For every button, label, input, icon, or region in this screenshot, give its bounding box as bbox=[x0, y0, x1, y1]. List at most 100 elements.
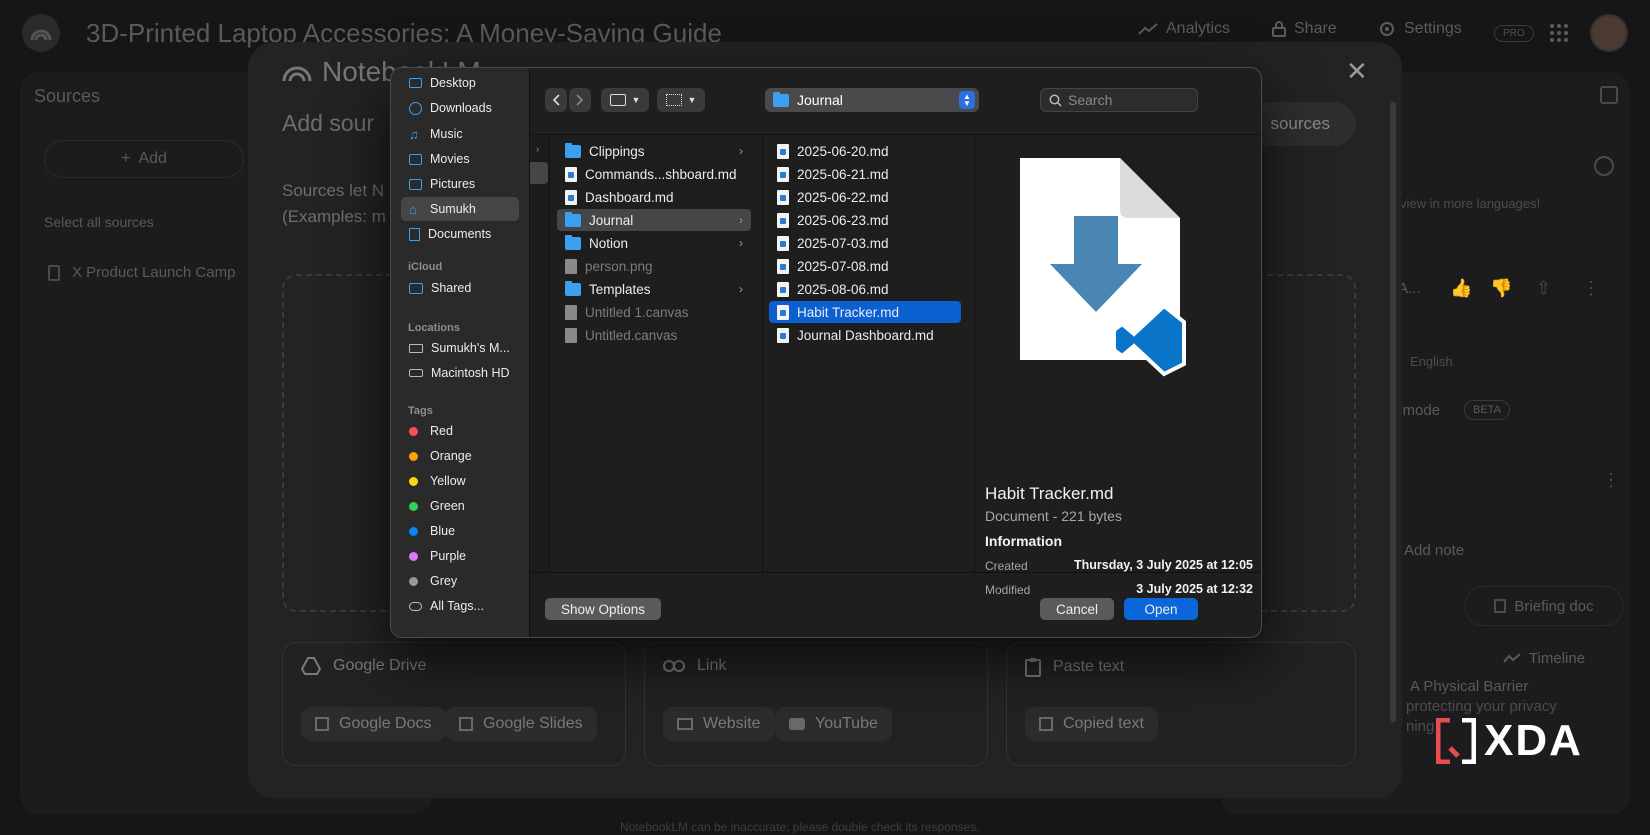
tag-dot bbox=[409, 426, 418, 436]
select-all-sources[interactable]: Select all sources bbox=[44, 214, 154, 230]
timeline-button[interactable]: Timeline bbox=[1464, 638, 1624, 678]
search-placeholder: Search bbox=[1068, 92, 1113, 108]
popup-stepper-icon: ▲ ▼ bbox=[959, 91, 975, 109]
notebooklm-logo-icon[interactable] bbox=[22, 14, 60, 52]
sidebar-item-desktop[interactable]: Desktop bbox=[401, 71, 519, 95]
add-source-button[interactable]: + Add bbox=[44, 140, 244, 178]
website-chip[interactable]: Website bbox=[663, 707, 775, 741]
briefing-doc-button[interactable]: Briefing doc bbox=[1464, 586, 1624, 626]
vscode-markdown-file-icon bbox=[1020, 158, 1186, 377]
sidebar-item-movies[interactable]: Movies bbox=[401, 147, 519, 171]
folder-icon bbox=[773, 91, 789, 107]
markdown-file-icon bbox=[777, 212, 789, 228]
notes-more-icon[interactable]: ⋮ bbox=[1602, 470, 1620, 491]
show-options-button[interactable]: Show Options bbox=[545, 598, 661, 620]
file-row-journal[interactable]: Journal › bbox=[557, 209, 751, 231]
more-vert-icon[interactable]: ⋮ bbox=[1582, 278, 1600, 299]
information-header: Information bbox=[985, 533, 1062, 549]
info-icon[interactable] bbox=[1594, 156, 1614, 176]
cancel-button[interactable]: Cancel bbox=[1040, 598, 1114, 620]
thumbs-up-icon[interactable]: 👍 bbox=[1450, 278, 1472, 299]
file-row[interactable]: 2025-06-20.md bbox=[769, 140, 961, 162]
file-name: Commands...shboard.md bbox=[585, 166, 737, 182]
sidebar-item-macintosh-hd[interactable]: Macintosh HD bbox=[401, 361, 519, 385]
analytics-button[interactable]: Analytics bbox=[1138, 20, 1230, 38]
file-row-selected[interactable]: Habit Tracker.md bbox=[769, 301, 961, 323]
file-row-clippings[interactable]: Clippings › bbox=[557, 140, 751, 162]
file-row[interactable]: 2025-07-03.md bbox=[769, 232, 961, 254]
note-title[interactable]: A Physical Barrier bbox=[1410, 678, 1528, 695]
sidebar-item-label: Downloads bbox=[430, 101, 492, 115]
youtube-icon bbox=[789, 718, 805, 730]
tag-orange[interactable]: Orange bbox=[401, 444, 519, 468]
file-row[interactable]: 2025-06-23.md bbox=[769, 209, 961, 231]
sidebar-item-label: Sumukh bbox=[430, 202, 476, 216]
file-name: 2025-06-23.md bbox=[797, 212, 889, 228]
file-row-commands[interactable]: Commands...shboard.md bbox=[557, 163, 751, 185]
file-row-dashboard[interactable]: Dashboard.md bbox=[557, 186, 751, 208]
tag-grey[interactable]: Grey bbox=[401, 569, 519, 593]
source-item[interactable]: X Product Launch Camp bbox=[48, 264, 235, 281]
file-row-person-png[interactable]: person.png bbox=[557, 255, 751, 277]
canvas-file-icon bbox=[565, 304, 577, 320]
tag-purple[interactable]: Purple bbox=[401, 544, 519, 568]
created-value: Thursday, 3 July 2025 at 12:05 bbox=[1073, 558, 1253, 572]
sidebar-item-home[interactable]: ⌂ Sumukh bbox=[401, 197, 519, 221]
tag-blue[interactable]: Blue bbox=[401, 519, 519, 543]
all-tags[interactable]: All Tags... bbox=[401, 594, 519, 618]
youtube-chip[interactable]: YouTube bbox=[775, 707, 892, 741]
sidebar-item-computer[interactable]: Sumukh's M... bbox=[401, 336, 519, 360]
share-button[interactable]: Share bbox=[1272, 20, 1337, 38]
sidebar-item-documents[interactable]: Documents bbox=[401, 222, 519, 246]
file-name: Journal bbox=[589, 212, 634, 228]
file-open-dialog: Desktop Downloads ♫ Music Movies Pictures… bbox=[390, 67, 1262, 638]
file-row[interactable]: 2025-06-21.md bbox=[769, 163, 961, 185]
location-label: Journal bbox=[797, 92, 843, 108]
thumbs-down-icon[interactable]: 👎 bbox=[1490, 278, 1512, 299]
chevron-right-icon: › bbox=[739, 213, 743, 227]
group-button[interactable]: ▼ bbox=[657, 88, 705, 112]
google-slides-chip[interactable]: Google Slides bbox=[445, 707, 597, 741]
docs-icon bbox=[315, 717, 329, 731]
music-icon: ♫ bbox=[409, 126, 419, 142]
tag-yellow[interactable]: Yellow bbox=[401, 469, 519, 493]
share-icon[interactable]: ⇧ bbox=[1536, 278, 1551, 299]
selected-parent-row[interactable] bbox=[530, 162, 548, 184]
avatar[interactable] bbox=[1590, 14, 1628, 52]
paste-text-label: Paste text bbox=[1053, 658, 1125, 675]
tag-red[interactable]: Red bbox=[401, 419, 519, 443]
forward-button[interactable] bbox=[569, 88, 591, 112]
view-columns-button[interactable]: ▼ bbox=[601, 88, 649, 112]
apps-grid-icon[interactable] bbox=[1550, 24, 1568, 42]
modal-close-icon[interactable]: ✕ bbox=[1346, 56, 1368, 87]
copied-text-chip[interactable]: Copied text bbox=[1025, 707, 1158, 741]
file-row[interactable]: Journal Dashboard.md bbox=[769, 324, 961, 346]
file-row[interactable]: 2025-06-22.md bbox=[769, 186, 961, 208]
sidebar-item-music[interactable]: ♫ Music bbox=[401, 122, 519, 146]
sidebar-item-shared[interactable]: Shared bbox=[401, 276, 519, 300]
file-name: 2025-07-08.md bbox=[797, 258, 889, 274]
folder-icon bbox=[565, 234, 581, 250]
chevron-right-icon: › bbox=[739, 236, 743, 250]
google-docs-chip[interactable]: Google Docs bbox=[301, 707, 446, 741]
panel-toggle-icon[interactable] bbox=[1600, 86, 1618, 104]
settings-button[interactable]: Settings bbox=[1378, 20, 1462, 38]
xda-logo-icon bbox=[1436, 718, 1476, 764]
file-row[interactable]: 2025-07-08.md bbox=[769, 255, 961, 277]
tag-green[interactable]: Green bbox=[401, 494, 519, 518]
tag-label: Blue bbox=[430, 524, 456, 538]
sidebar-item-pictures[interactable]: Pictures bbox=[401, 172, 519, 196]
modal-scrollbar[interactable] bbox=[1390, 102, 1396, 722]
search-field[interactable]: Search bbox=[1040, 88, 1198, 112]
back-button[interactable] bbox=[545, 88, 567, 112]
add-note-button[interactable]: Add note bbox=[1404, 542, 1464, 559]
file-row-untitled-1-canvas[interactable]: Untitled 1.canvas bbox=[557, 301, 751, 323]
sidebar-item-downloads[interactable]: Downloads bbox=[401, 96, 519, 120]
open-button[interactable]: Open bbox=[1124, 598, 1198, 620]
file-row-untitled-canvas[interactable]: Untitled.canvas bbox=[557, 324, 751, 346]
location-popup[interactable]: Journal ▲ ▼ bbox=[765, 88, 979, 112]
file-row-templates[interactable]: Templates › bbox=[557, 278, 751, 300]
parent-column[interactable]: › bbox=[530, 136, 550, 572]
file-row[interactable]: 2025-08-06.md bbox=[769, 278, 961, 300]
file-row-notion[interactable]: Notion › bbox=[557, 232, 751, 254]
